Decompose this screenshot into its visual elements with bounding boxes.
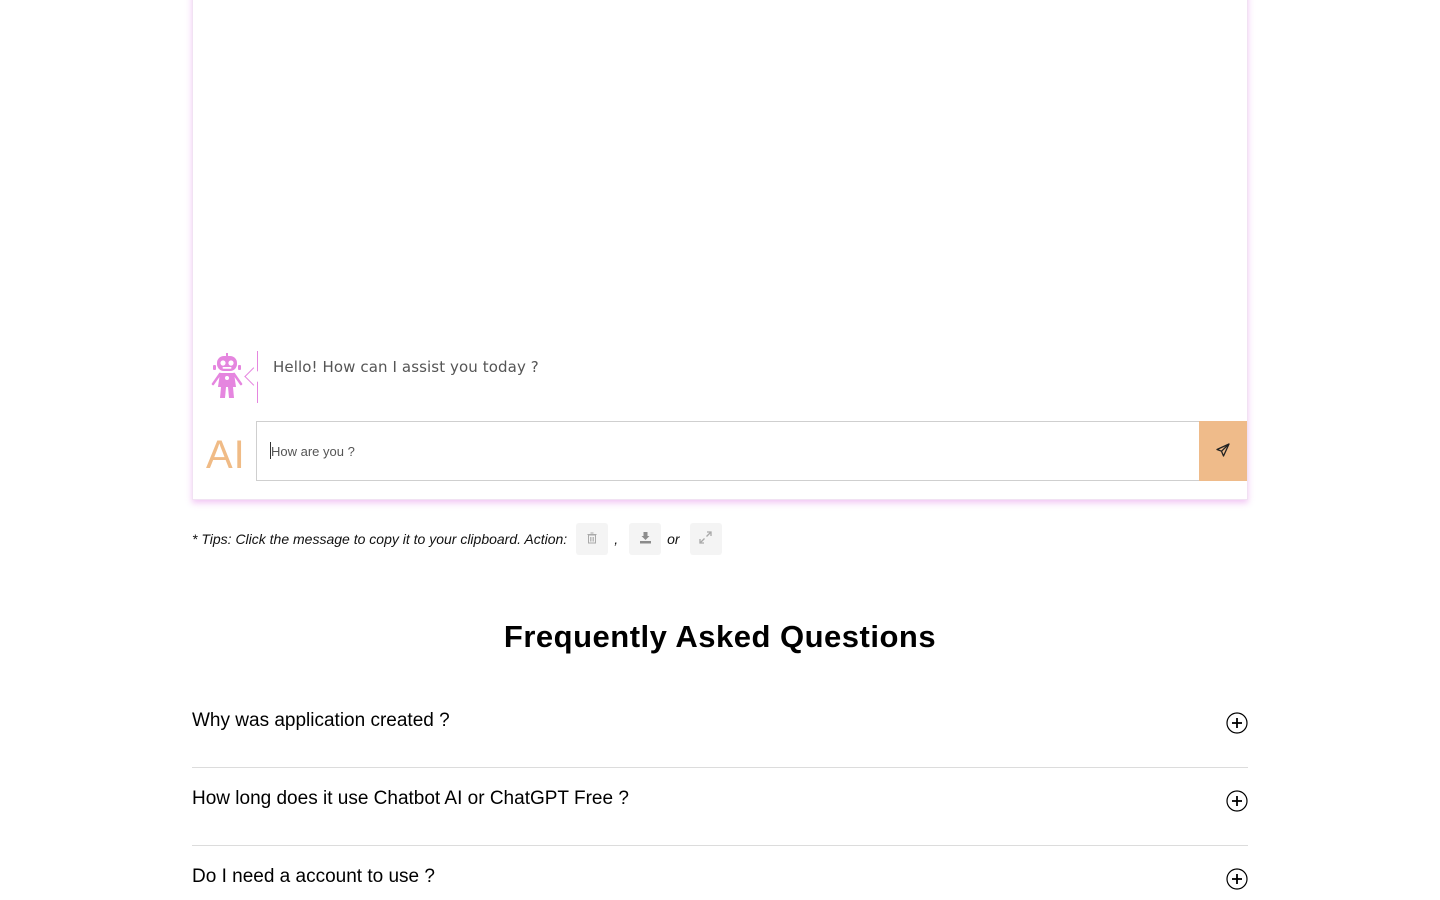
download-icon <box>639 531 652 547</box>
or-separator: or <box>667 531 680 547</box>
faq-item[interactable]: Why was application created ? <box>192 690 1248 768</box>
chat-input-row: AI <box>193 421 1247 481</box>
faq-question: How long does it use Chatbot AI or ChatG… <box>192 788 629 809</box>
plus-circle-icon[interactable] <box>1226 712 1248 734</box>
robot-avatar-icon <box>209 353 245 401</box>
comma-separator: , <box>614 531 619 547</box>
plus-circle-icon[interactable] <box>1226 868 1248 890</box>
faq-item[interactable]: Do I need a account to use ? <box>192 846 1248 900</box>
trash-icon <box>586 532 598 547</box>
tips-text: * Tips: Click the message to copy it to … <box>192 531 568 547</box>
message-input[interactable] <box>256 421 1200 481</box>
download-chat-button[interactable] <box>629 523 662 555</box>
expand-icon <box>699 531 712 547</box>
tips-row: * Tips: Click the message to copy it to … <box>192 522 722 556</box>
clear-chat-button[interactable] <box>576 523 609 555</box>
message-bubble-pointer <box>257 351 273 403</box>
send-button[interactable] <box>1199 421 1247 481</box>
chat-panel: Hello! How can I assist you today ? AI <box>192 0 1248 500</box>
ai-logo: AI <box>206 433 246 477</box>
text-caret <box>270 442 271 459</box>
faq-item[interactable]: How long does it use Chatbot AI or ChatG… <box>192 768 1248 846</box>
send-icon <box>1216 442 1230 460</box>
bot-message[interactable]: Hello! How can I assist you today ? <box>273 358 539 376</box>
expand-chat-button[interactable] <box>689 523 722 555</box>
faq-title: Frequently Asked Questions <box>503 619 937 654</box>
faq-question: Why was application created ? <box>192 710 450 731</box>
bot-message-row: Hello! How can I assist you today ? <box>193 349 1247 405</box>
faq-question: Do I need a account to use ? <box>192 866 435 887</box>
plus-circle-icon[interactable] <box>1226 790 1248 812</box>
